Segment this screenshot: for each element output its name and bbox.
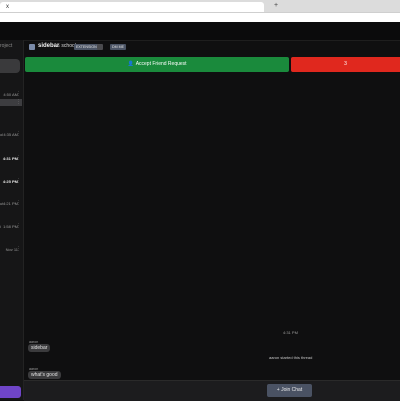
- sidebar-search[interactable]: [0, 59, 20, 73]
- sidebar-item-preview: i: [0, 224, 1, 229]
- accept-friend-request-button[interactable]: 👤 Accept Friend Request: [25, 57, 289, 72]
- group-icon[interactable]: [97, 44, 103, 50]
- user-plus-icon: 👤: [127, 61, 134, 67]
- sidebar-item[interactable]: ol 4:35 AM ⋮: [0, 131, 22, 138]
- more-options-icon[interactable]: ⋮: [16, 178, 21, 184]
- accept-label: Accept Friend Request: [135, 61, 187, 67]
- browser-chrome: x +: [0, 0, 400, 23]
- tab-close-icon[interactable]: x: [6, 4, 9, 10]
- sidebar-item[interactable]: Nov 11 ⋮: [0, 246, 22, 253]
- app-topbar: [0, 22, 400, 41]
- sidebar-item[interactable]: i 1:58 PM ⋮: [0, 223, 22, 230]
- sidebar-title: roject: [0, 43, 13, 49]
- more-options-icon[interactable]: ⋮: [16, 200, 21, 206]
- sidebar-item[interactable]: 4:25 PM ⋮: [0, 178, 22, 185]
- join-label: Join Chat: [281, 387, 303, 393]
- system-message: aaron started this thread: [269, 355, 313, 360]
- join-chat-button[interactable]: + Join Chat: [267, 384, 312, 397]
- avatar[interactable]: [29, 44, 35, 50]
- sidebar-item[interactable]: ut 4:21 PM ⋮: [0, 200, 22, 207]
- time-separator: 4:31 PM: [283, 330, 298, 335]
- decline-friend-request-button[interactable]: 3: [291, 57, 400, 72]
- more-options-icon[interactable]: ⋮: [16, 91, 21, 97]
- message-bubble: what's good: [28, 371, 61, 379]
- more-options-icon[interactable]: ⋮: [16, 155, 21, 161]
- tag-badge: EXTENSION: [74, 44, 99, 50]
- sidebar: roject 4:50 AM ⋮ ⋮ ol 4:35 AM ⋮ 4:31 PM ⋮ 4:25 P…: [0, 40, 24, 400]
- more-options-icon[interactable]: ⋮: [16, 99, 21, 105]
- more-options-icon[interactable]: ⋮: [16, 131, 21, 137]
- sidebar-item[interactable]: 4:50 AM ⋮: [0, 91, 22, 98]
- chat-header: sidebar ⌂ school EXTENSION DM ME: [24, 40, 400, 54]
- sidebar-action-button[interactable]: [0, 386, 21, 398]
- more-options-icon[interactable]: ⋮: [16, 246, 21, 252]
- sidebar-item[interactable]: ⋮: [0, 99, 22, 106]
- sidebar-item[interactable]: 4:31 PM ⋮: [0, 155, 22, 162]
- decline-label: 3: [344, 61, 347, 67]
- tag-badge-2: DM ME: [110, 44, 126, 50]
- chat-footer: [24, 380, 400, 401]
- new-tab-icon[interactable]: +: [274, 2, 278, 9]
- more-options-icon[interactable]: ⋮: [16, 223, 21, 229]
- message-bubble: sidebar: [28, 344, 51, 352]
